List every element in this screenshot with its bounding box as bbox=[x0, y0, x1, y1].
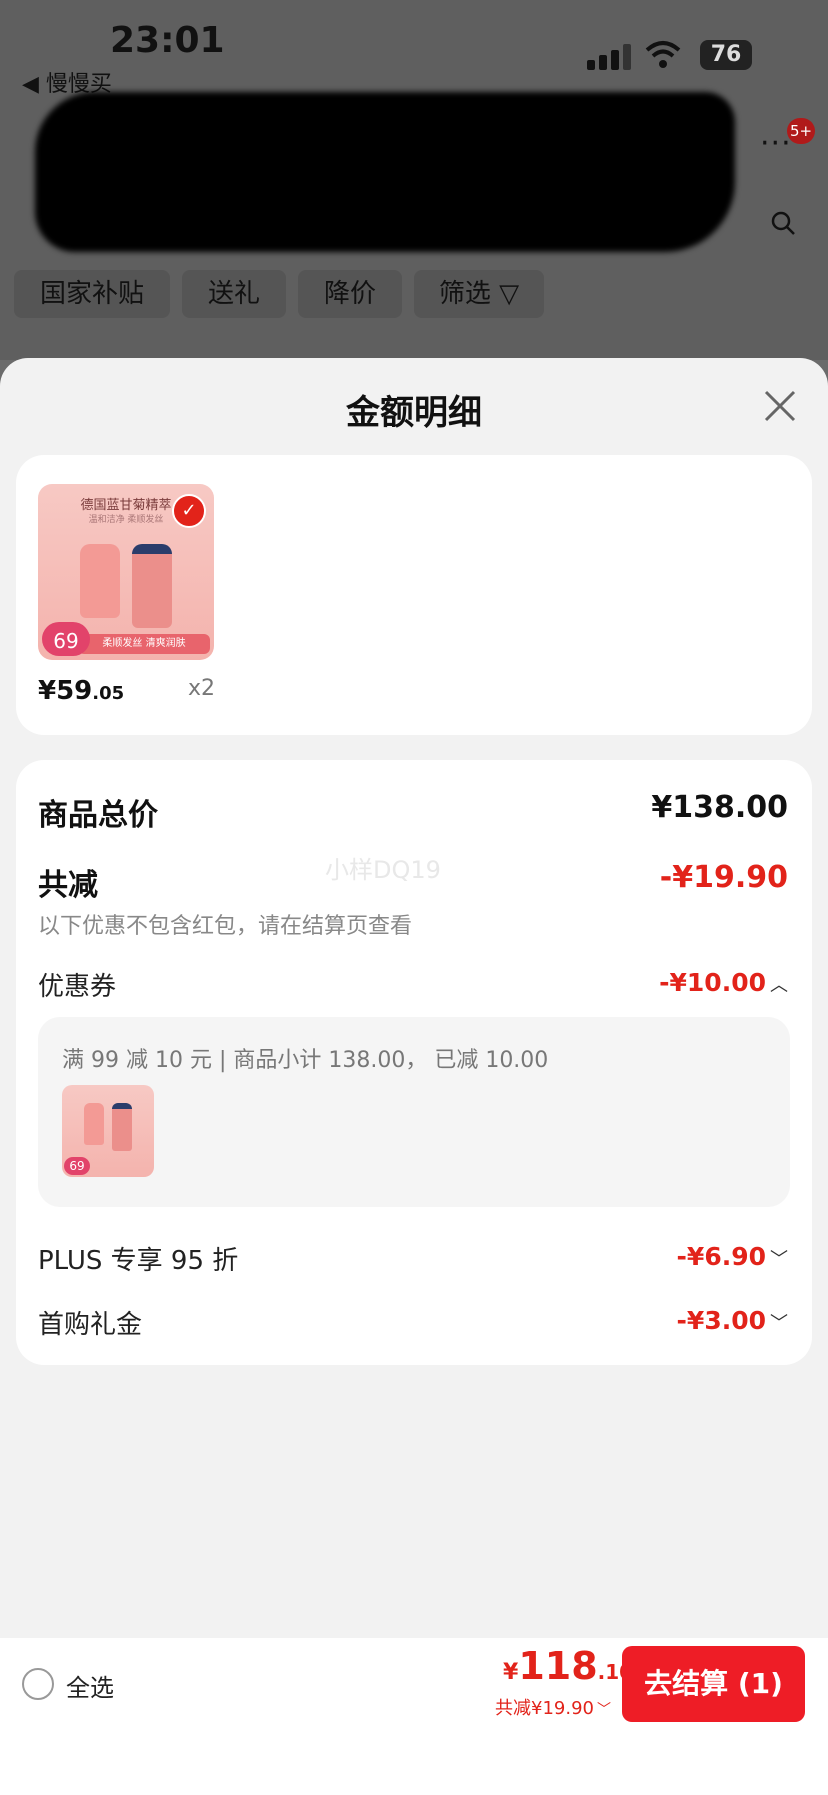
first-purchase-value: -¥3.00 bbox=[676, 1306, 766, 1335]
battery-indicator: 76 bbox=[700, 40, 752, 70]
plus-discount-toggle[interactable]: -¥6.90 ﹀ bbox=[677, 1242, 788, 1271]
first-purchase-toggle[interactable]: -¥3.00 ﹀ bbox=[677, 1306, 788, 1335]
total-payable: ¥118.10 bbox=[503, 1644, 634, 1688]
total-price-value: ¥138.00 bbox=[651, 790, 788, 825]
checkout-button[interactable]: 去结算 (1) bbox=[622, 1646, 805, 1722]
coupon-value: -¥10.00 bbox=[659, 968, 766, 997]
total-discount: 共减¥19.90 bbox=[495, 1698, 594, 1719]
funnel-icon: ▽ bbox=[499, 279, 520, 309]
product-price-tag: 69 bbox=[42, 622, 90, 656]
thumb-price-tag: 69 bbox=[64, 1157, 90, 1175]
filter-chip-filter[interactable]: 筛选 ▽ bbox=[414, 270, 544, 318]
filter-label: 筛选 bbox=[438, 279, 491, 309]
plus-discount-value: -¥6.90 bbox=[676, 1242, 766, 1271]
bottom-safe-area bbox=[0, 1728, 828, 1795]
discount-note: 以下优惠不包含红包，请在结算页查看 bbox=[38, 914, 413, 939]
search-icon[interactable] bbox=[770, 210, 796, 236]
discount-label: 共减 bbox=[38, 868, 98, 903]
first-purchase-label: 首购礼金 bbox=[38, 1310, 143, 1340]
coupon-detail-text: 满 99 减 10 元 | 商品小计 138.00， 已减 10.00 bbox=[62, 1048, 549, 1073]
close-icon[interactable] bbox=[762, 388, 798, 424]
chevron-down-icon: ﹀ bbox=[770, 1249, 788, 1270]
product-slogan: 柔顺发丝 清爽润肤 bbox=[78, 634, 210, 654]
filter-chip-gift[interactable]: 送礼 bbox=[182, 270, 286, 318]
coupon-label: 优惠券 bbox=[38, 972, 117, 1002]
select-all-radio[interactable] bbox=[22, 1668, 54, 1700]
product-image[interactable]: 德国蓝甘菊精萃 温和洁净 柔顺发丝 柔顺发丝 清爽润肤 69 ✓ bbox=[38, 484, 214, 660]
bottle-pink bbox=[80, 544, 120, 618]
sheet-title: 金额明细 bbox=[346, 393, 482, 433]
bottle-blue-cap bbox=[132, 544, 172, 628]
coupon-row-toggle[interactable]: -¥10.00 ︿ bbox=[659, 968, 788, 997]
redacted-area bbox=[35, 92, 735, 252]
notification-badge: 5+ bbox=[787, 118, 815, 144]
plus-discount-label: PLUS 专享 95 折 bbox=[38, 1246, 239, 1276]
filter-chip-subsidy[interactable]: 国家补贴 bbox=[14, 270, 170, 318]
chevron-up-icon: ︿ bbox=[770, 975, 788, 996]
total-price-label: 商品总价 bbox=[38, 798, 158, 833]
product-quantity: x2 bbox=[188, 676, 216, 701]
wifi-icon bbox=[645, 41, 681, 68]
chevron-down-icon: ﹀ bbox=[770, 1313, 788, 1334]
thumb-bottle-blue bbox=[112, 1103, 132, 1151]
select-all-label[interactable]: 全选 bbox=[66, 1668, 114, 1703]
filter-chip-price-drop[interactable]: 降价 bbox=[298, 270, 402, 318]
selected-check-icon[interactable]: ✓ bbox=[172, 494, 206, 528]
watermark: 小样DQ19 bbox=[325, 856, 441, 884]
discount-value: -¥19.90 bbox=[659, 860, 788, 895]
cellular-signal-icon bbox=[587, 44, 631, 70]
coupon-product-thumbnail[interactable]: 69 bbox=[62, 1085, 154, 1177]
thumb-bottle-pink bbox=[84, 1103, 104, 1145]
product-price: ¥59.05 bbox=[38, 676, 125, 706]
total-discount-toggle[interactable]: 共减¥19.90 ﹀ bbox=[495, 1694, 611, 1720]
chevron-down-icon: ﹀ bbox=[596, 1702, 611, 1718]
status-time: 23:01 bbox=[110, 20, 225, 61]
